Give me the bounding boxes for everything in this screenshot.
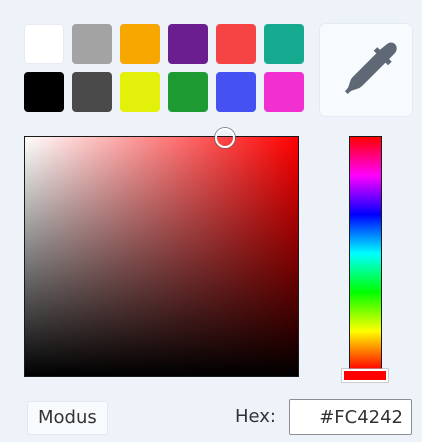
swatch-white[interactable] <box>24 24 64 64</box>
hue-slider-handle[interactable] <box>342 369 388 382</box>
eyedropper-button[interactable] <box>320 24 412 116</box>
swatch-teal[interactable] <box>264 24 304 64</box>
swatch-orange[interactable] <box>120 24 160 64</box>
swatch-red[interactable] <box>216 24 256 64</box>
swatch-purple[interactable] <box>168 24 208 64</box>
saturation-brightness-area[interactable] <box>24 128 299 377</box>
swatch-gray[interactable] <box>72 24 112 64</box>
color-picker-panel: Modus Hex: <box>0 0 422 442</box>
eyedropper-icon <box>344 42 397 94</box>
hue-slider[interactable] <box>349 136 382 371</box>
swatch-dark-gray[interactable] <box>72 72 112 112</box>
swatch-magenta[interactable] <box>264 72 304 112</box>
swatch-yellow[interactable] <box>120 72 160 112</box>
black-gradient <box>25 137 298 376</box>
swatch-green[interactable] <box>168 72 208 112</box>
color-swatch-grid <box>24 24 306 113</box>
hex-label: Hex: <box>234 406 276 427</box>
swatch-blue[interactable] <box>216 72 256 112</box>
mode-button[interactable]: Modus <box>27 401 108 435</box>
hex-input[interactable] <box>289 399 412 435</box>
swatch-black[interactable] <box>24 72 64 112</box>
